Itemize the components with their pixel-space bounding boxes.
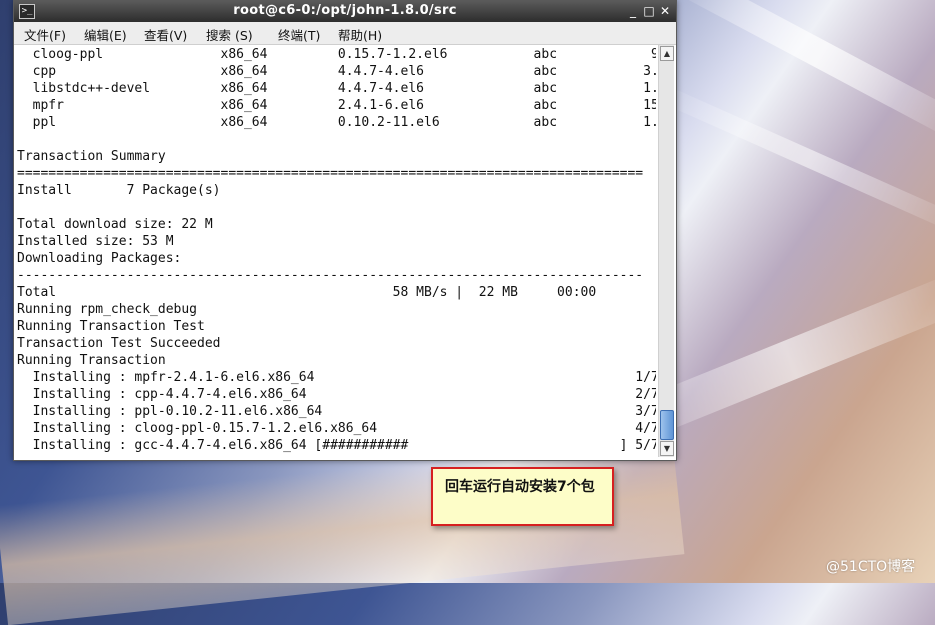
terminal-output[interactable]: cloog-ppl x86_64 0.15.7-1.2.el6 abc 93 k… [16, 45, 656, 457]
terminal-line: Installing : ppl-0.10.2-11.el6.x86_64 3/… [17, 404, 656, 419]
title-bar[interactable]: >_ root@c6-0:/opt/john-1.8.0/src _ □ ✕ [14, 1, 676, 22]
close-button[interactable]: ✕ [657, 4, 673, 19]
terminal-line: Installing : mpfr-2.4.1-6.el6.x86_64 1/7 [17, 370, 656, 385]
terminal-line: cloog-ppl x86_64 0.15.7-1.2.el6 abc 93 k [17, 47, 656, 62]
terminal-line: ========================================… [17, 166, 644, 181]
terminal-line: libstdc++-devel x86_64 4.4.7-4.el6 abc 1… [17, 81, 656, 96]
menu-help[interactable]: 帮助(H) [338, 25, 382, 44]
callout-text: 回车运行自动安装7个包 [445, 479, 595, 495]
terminal-line: Total 58 MB/s | 22 MB 00:00 [17, 285, 597, 300]
scroll-up-arrow-icon[interactable]: ▲ [660, 46, 674, 61]
terminal-line: ----------------------------------------… [17, 268, 644, 283]
terminal-line: cpp x86_64 4.4.7-4.el6 abc 3.7 M [17, 64, 656, 79]
terminal-line: Installed size: 53 M [17, 234, 174, 249]
terminal-line: mpfr x86_64 2.4.1-6.el6 abc 156 k [17, 98, 656, 113]
watermark: @51CTO博客 [826, 559, 916, 575]
minimize-button[interactable]: _ [625, 4, 641, 19]
terminal-line-text: Installing : gcc-4.4.7-4.el6.x86_64 [###… [17, 438, 656, 453]
vertical-scrollbar[interactable]: ▲ ▼ [658, 45, 674, 457]
desktop-streak [672, 0, 935, 142]
menu-terminal[interactable]: 终端(T) [278, 25, 320, 44]
menu-bar: 文件(F) 编辑(E) 查看(V) 搜索 (S) 终端(T) 帮助(H) [14, 22, 676, 45]
terminal-line: Transaction Summary [17, 149, 166, 164]
annotation-callout: 回车运行自动安装7个包 [431, 467, 614, 526]
scrollbar-thumb[interactable] [660, 410, 674, 440]
terminal-line: Downloading Packages: [17, 251, 182, 266]
terminal-line: Total download size: 22 M [17, 217, 213, 232]
desktop-streak [651, 81, 935, 237]
terminal-line: Running rpm_check_debug [17, 302, 198, 317]
desktop-streak [0, 434, 685, 625]
menu-file[interactable]: 文件(F) [24, 25, 66, 44]
window-title: root@c6-0:/opt/john-1.8.0/src [233, 3, 457, 18]
terminal-line: Installing : cpp-4.4.7-4.el6.x86_64 2/7 [17, 387, 656, 402]
terminal-line: Install 7 Package(s) [17, 183, 221, 198]
terminal-line: ppl x86_64 0.10.2-11.el6 abc 1.3 M [17, 115, 656, 130]
terminal-line-current: Installing : gcc-4.4.7-4.el6.x86_64 [###… [17, 437, 656, 454]
terminal-window: >_ root@c6-0:/opt/john-1.8.0/src _ □ ✕ 文… [13, 0, 677, 461]
menu-search[interactable]: 搜索 (S) [206, 25, 253, 44]
terminal-line: Transaction Test Succeeded [17, 336, 221, 351]
menu-view[interactable]: 查看(V) [144, 25, 187, 44]
menu-edit[interactable]: 编辑(E) [84, 25, 127, 44]
scroll-down-arrow-icon[interactable]: ▼ [660, 441, 674, 456]
terminal-line: Running Transaction Test [17, 319, 205, 334]
terminal-line: Installing : cloog-ppl-0.15.7-1.2.el6.x8… [17, 421, 656, 436]
terminal-line: Running Transaction [17, 353, 166, 368]
maximize-button[interactable]: □ [641, 4, 657, 19]
